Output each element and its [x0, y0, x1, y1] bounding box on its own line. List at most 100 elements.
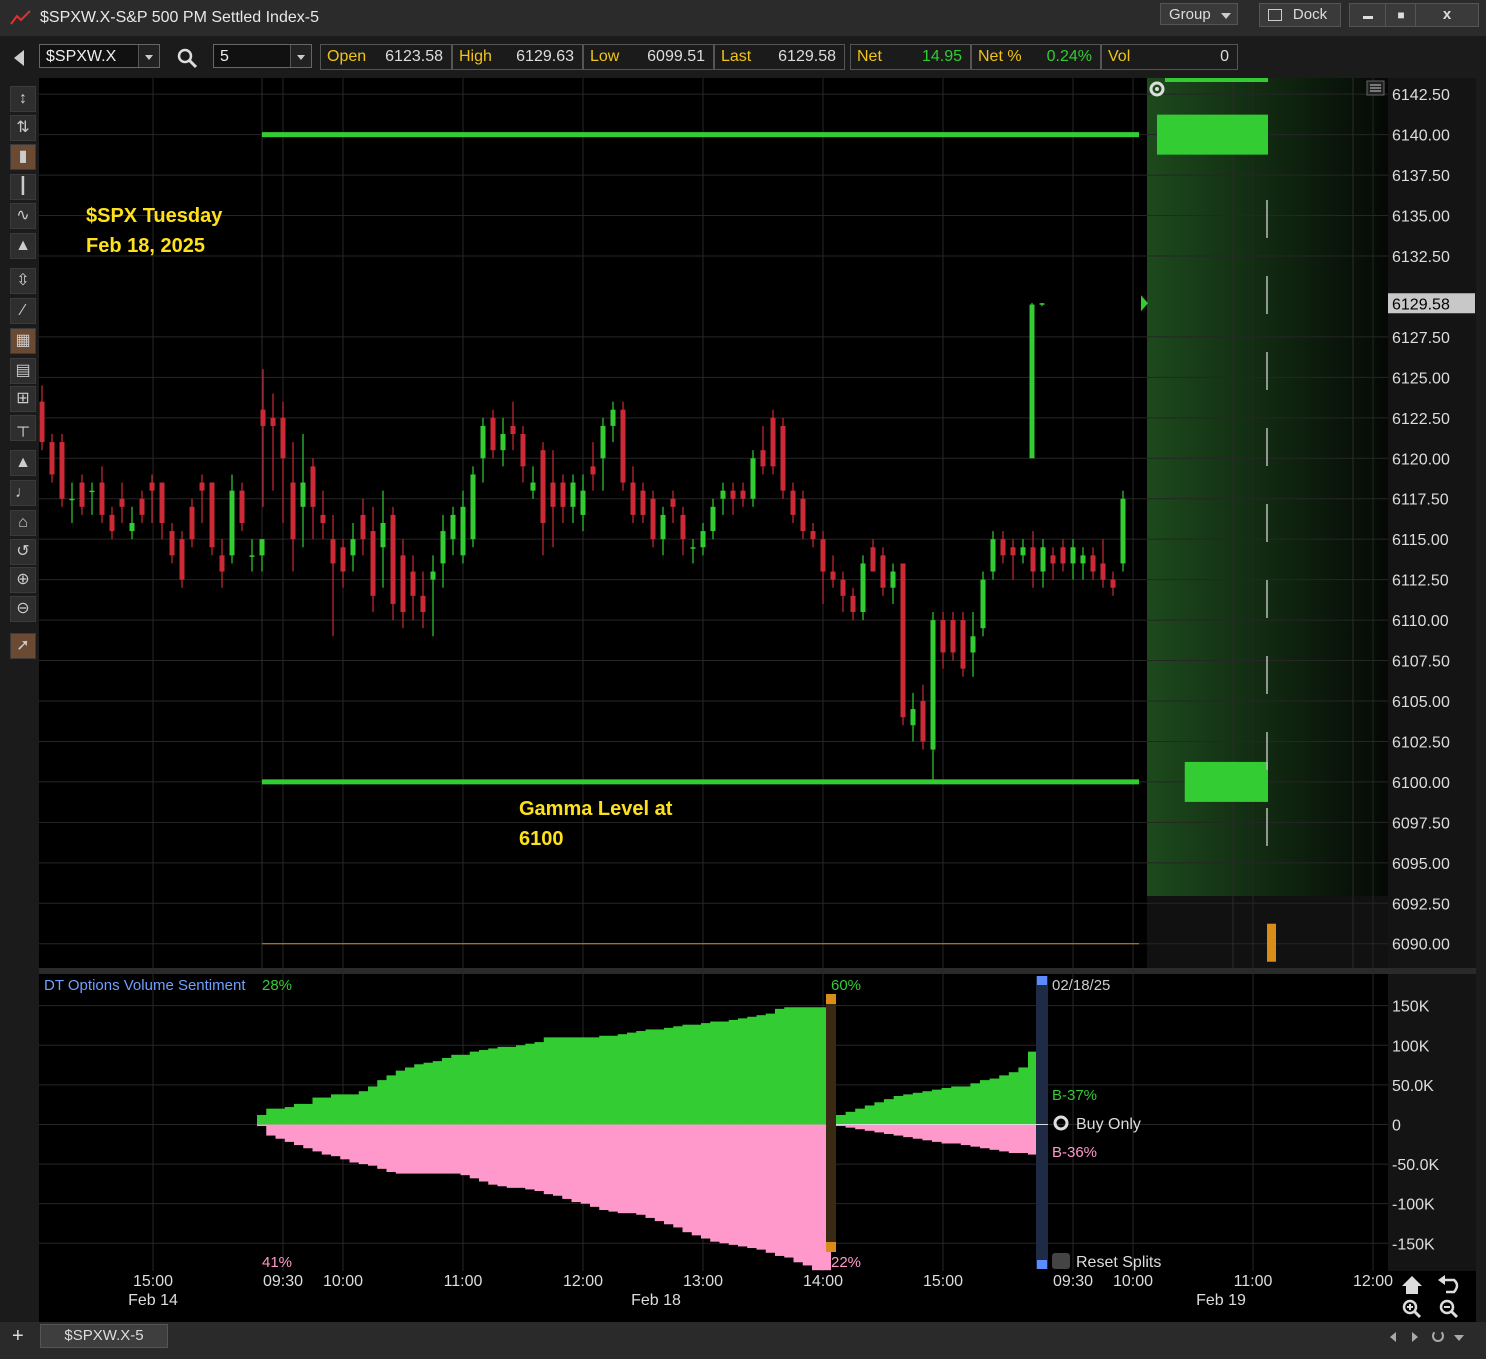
split-handle[interactable] [826, 994, 836, 1004]
sentiment-sell-pct-mid: 22% [831, 1254, 861, 1271]
sentiment-bar [386, 1124, 397, 1172]
candle-body [510, 425, 516, 434]
sentiment-bar [802, 1124, 813, 1266]
sentiment-bar [617, 1124, 628, 1214]
candle-body [1050, 555, 1056, 564]
sentiment-bar [506, 1124, 517, 1188]
sentiment-bar [793, 1007, 804, 1125]
candle-body [700, 531, 706, 548]
sentiment-bar [534, 1124, 545, 1192]
sentiment-bar [747, 1124, 757, 1249]
candle-body [1090, 555, 1096, 572]
x-tick-label: 11:00 [444, 1273, 483, 1290]
candle-body [850, 595, 856, 612]
sentiment-bar [599, 1124, 609, 1211]
sentiment-bar [999, 1075, 1010, 1125]
split-marker[interactable] [826, 994, 836, 1252]
x-tick-label: 15:00 [133, 1273, 173, 1290]
sentiment-buy-pct-left: 28% [262, 977, 292, 994]
candle-body [630, 482, 636, 515]
refresh-icon[interactable] [1432, 1330, 1444, 1342]
sentiment-sell-label: B-36% [1052, 1144, 1097, 1161]
sentiment-bar [941, 1088, 952, 1125]
split-handle[interactable] [1037, 1260, 1047, 1269]
profile-bar [1267, 923, 1276, 962]
sentiment-bar [903, 1094, 914, 1125]
sentiment-bar [414, 1124, 424, 1174]
annotation-title-line1: $SPX Tuesday [86, 205, 223, 227]
add-tab-button[interactable]: + [12, 1325, 24, 1348]
sentiment-bar [845, 1111, 856, 1125]
scroll-left-icon[interactable] [1390, 1332, 1396, 1342]
sentiment-y-tick: 50.0K [1392, 1078, 1434, 1095]
candle-body [1060, 547, 1066, 564]
sentiment-bar [691, 1124, 702, 1236]
split-handle[interactable] [826, 1242, 836, 1252]
x-tick-label: 10:00 [323, 1273, 363, 1290]
sentiment-bar [497, 1046, 508, 1125]
sentiment-bar [312, 1097, 323, 1125]
y-tick-label: 6122.50 [1392, 411, 1450, 428]
y-tick-label: 6120.00 [1392, 451, 1450, 468]
sentiment-bar [331, 1094, 341, 1125]
candle-body [460, 506, 466, 556]
panel-menu-icon[interactable] [1366, 80, 1385, 96]
sentiment-bar [321, 1097, 332, 1125]
sentiment-bar [980, 1080, 991, 1125]
sentiment-bar [960, 1086, 971, 1125]
tab-spxw-5[interactable]: $SPXW.X-5 [40, 1324, 168, 1348]
candle-body [1039, 303, 1045, 305]
candle-body [1010, 547, 1016, 556]
sentiment-bar [999, 1124, 1010, 1152]
sentiment-bar [590, 1037, 600, 1125]
sentiment-bar [654, 1029, 665, 1125]
sentiment-bar [756, 1015, 767, 1125]
candle-body [1000, 539, 1006, 556]
candle-body [790, 490, 796, 515]
x-tick-label: 12:00 [1353, 1273, 1393, 1290]
candle-body [480, 425, 486, 459]
sentiment-bar [765, 1124, 776, 1253]
sentiment-bar [284, 1124, 295, 1142]
y-tick-label: 6112.50 [1392, 573, 1449, 590]
split-handle[interactable] [1037, 976, 1047, 985]
sentiment-bar [432, 1061, 443, 1125]
sentiment-bar [516, 1124, 526, 1188]
sentiment-bar [664, 1027, 674, 1125]
candle-body [690, 547, 696, 549]
sentiment-bar [294, 1124, 304, 1146]
sentiment-bar [682, 1124, 693, 1233]
chevron-down-icon[interactable] [1454, 1335, 1464, 1341]
candle-body [340, 547, 346, 572]
y-tick-label: 6135.00 [1392, 209, 1450, 226]
candle-body [400, 555, 406, 612]
candle-body [900, 563, 906, 718]
candle-body [350, 539, 356, 556]
scroll-right-icon[interactable] [1412, 1332, 1418, 1342]
sentiment-bar [423, 1062, 434, 1125]
session-split-marker[interactable] [1036, 976, 1048, 1269]
sentiment-y-tick: -150K [1392, 1236, 1435, 1253]
y-tick-label: 6095.00 [1392, 856, 1450, 873]
sentiment-bar [747, 1016, 757, 1125]
y-tick-label: 6092.50 [1392, 896, 1450, 913]
candle-body [830, 571, 836, 580]
candle-body [219, 555, 225, 572]
sentiment-bar [358, 1091, 369, 1125]
sentiment-y-tick: -50.0K [1392, 1157, 1439, 1174]
sentiment-bar [460, 1124, 471, 1176]
status-bar: + $SPXW.X-5 [0, 1322, 1486, 1359]
x-tick-label: 09:30 [263, 1273, 303, 1290]
reset-splits-button[interactable]: Reset Splits [1052, 1253, 1161, 1271]
candle-body [380, 523, 386, 548]
candle-body [259, 539, 265, 556]
sentiment-date: 02/18/25 [1052, 977, 1110, 994]
sentiment-bar [765, 1013, 776, 1125]
sentiment-bar [682, 1024, 693, 1125]
sentiment-y-tick: 100K [1392, 1038, 1430, 1055]
sentiment-bar [836, 1114, 847, 1125]
sentiment-bar [922, 1091, 933, 1125]
sentiment-bar [257, 1114, 267, 1125]
reset-splits-label: Reset Splits [1076, 1254, 1161, 1271]
sentiment-bar [884, 1124, 895, 1134]
